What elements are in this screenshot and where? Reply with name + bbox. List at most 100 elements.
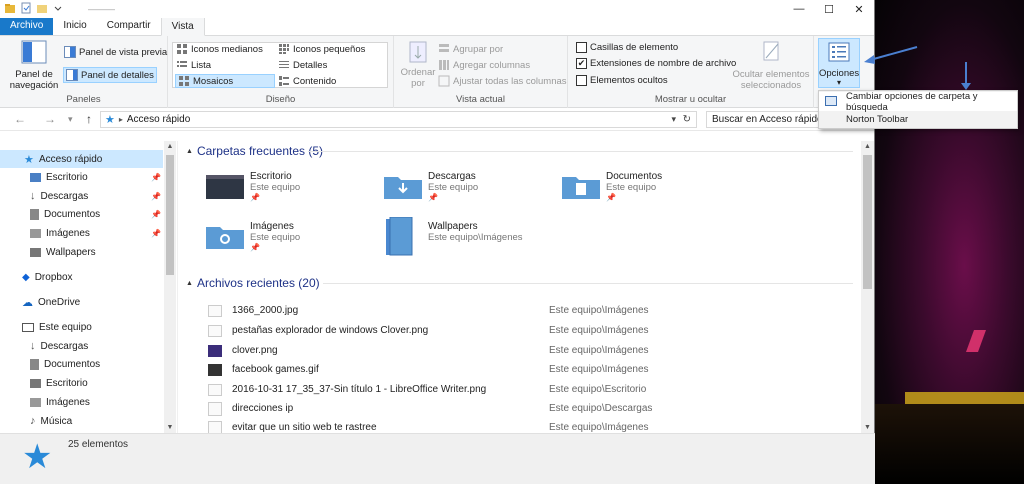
nav-item-label: Wallpapers <box>46 246 96 258</box>
pin-icon[interactable]: 📌 <box>428 193 478 202</box>
frequent-folders-header[interactable]: ▲ Carpetas frecuentes (5) <box>186 144 323 158</box>
scroll-up-icon[interactable]: ▲ <box>861 143 874 150</box>
desktop-decoration <box>965 330 987 352</box>
pin-icon[interactable]: 📌 <box>250 193 300 202</box>
hidden-items-toggle[interactable]: Elementos ocultos <box>576 75 668 86</box>
pin-icon[interactable]: 📌 <box>151 173 161 182</box>
nav-item-descargas-pc[interactable]: ↓ Descargas <box>0 337 163 355</box>
chevron-down-icon[interactable] <box>52 2 64 14</box>
pin-icon[interactable]: 📌 <box>250 243 300 252</box>
checkbox[interactable] <box>576 42 587 53</box>
file-extensions-toggle[interactable]: ✔ Extensiones de nombre de archivo <box>576 58 736 69</box>
navigation-pane: ★ Acceso rápido Escritorio 📌 ↓ Descargas… <box>0 141 177 433</box>
nav-item-este-equipo[interactable]: Este equipo <box>0 318 163 336</box>
folder-tile[interactable]: Documentos Este equipo 📌 <box>562 171 662 202</box>
nav-scrollbar[interactable]: ▲ ▼ <box>164 141 176 433</box>
nav-item-musica[interactable]: ♪ Música <box>0 412 163 430</box>
back-arrow-icon[interactable]: ← <box>14 112 26 126</box>
sort-by-label: Ordenar por <box>400 67 436 89</box>
nav-item-onedrive[interactable]: ☁ OneDrive <box>0 293 163 311</box>
options-button[interactable]: Opciones ▾ <box>818 38 860 88</box>
checkbox[interactable] <box>576 75 587 86</box>
forward-arrow-icon[interactable]: → <box>44 112 56 126</box>
layout-details[interactable]: Detalles <box>278 59 327 71</box>
folder-tile[interactable]: Wallpapers Este equipo\Imágenes <box>384 216 523 257</box>
file-row[interactable]: 2016-10-31 17_35_37-Sin título 1 - Libre… <box>208 380 848 399</box>
hide-selected-button[interactable]: Ocultar elementos seleccionados <box>728 40 814 91</box>
nav-item-label: Dropbox <box>34 271 73 283</box>
content-scrollbar[interactable]: ▲ ▼ <box>861 141 874 433</box>
nav-item-quick-access[interactable]: ★ Acceso rápido <box>0 150 163 168</box>
scroll-down-icon[interactable]: ▼ <box>164 424 176 431</box>
navigation-pane-icon <box>21 40 47 64</box>
nav-item-escritorio-pc[interactable]: Escritorio <box>0 374 163 392</box>
pin-icon[interactable]: 📌 <box>151 210 161 219</box>
tab-inicio[interactable]: Inicio <box>53 17 96 35</box>
fit-columns-button[interactable]: Ajustar todas las columnas <box>438 75 567 87</box>
file-name: evitar que un sitio web te rastree <box>232 422 377 433</box>
pin-icon[interactable]: 📌 <box>151 192 161 201</box>
folder-name: Escritorio <box>250 171 292 182</box>
nav-item-imagenes-pc[interactable]: Imágenes <box>0 393 163 411</box>
group-by-button[interactable]: Agrupar por <box>438 43 503 55</box>
scroll-thumb[interactable] <box>166 155 174 275</box>
desktop-background <box>875 0 1024 484</box>
chevron-down-icon[interactable]: ▾ <box>68 114 73 125</box>
nav-item-descargas[interactable]: ↓ Descargas 📌 <box>0 187 163 205</box>
tab-archivo[interactable]: Archivo <box>0 17 54 35</box>
refresh-icon[interactable]: ↻ <box>683 114 691 125</box>
item-checkboxes-toggle[interactable]: Casillas de elemento <box>576 42 678 53</box>
layout-medium-icons[interactable]: Iconos medianos <box>176 43 263 55</box>
properties-icon[interactable] <box>20 2 32 14</box>
nav-item-escritorio[interactable]: Escritorio 📌 <box>0 168 163 186</box>
file-row[interactable]: clover.png Este equipo\Imágenes <box>208 341 848 360</box>
list-icon <box>177 61 187 67</box>
chevron-down-icon[interactable]: ▾ <box>671 114 676 125</box>
folder-tile[interactable]: Imágenes Este equipo 📌 <box>206 221 300 252</box>
sort-by-button[interactable]: Ordenar por <box>398 40 438 89</box>
minimize-button[interactable]: — <box>784 0 814 18</box>
file-row[interactable]: 1366_2000.jpg Este equipo\Imágenes <box>208 301 848 320</box>
nav-item-documentos-pc[interactable]: Documentos <box>0 355 163 373</box>
scroll-down-icon[interactable]: ▼ <box>861 424 874 431</box>
file-row[interactable]: pestañas explorador de windows Clover.pn… <box>208 321 848 340</box>
folder-tile[interactable]: Escritorio Este equipo 📌 <box>206 171 300 202</box>
folder-location: Este equipo <box>428 182 479 193</box>
checkbox-checked[interactable]: ✔ <box>576 58 587 69</box>
address-path: Acceso rápido <box>126 114 191 125</box>
file-row[interactable]: facebook games.gif Este equipo\Imágenes <box>208 360 848 379</box>
nav-item-imagenes[interactable]: Imágenes 📌 <box>0 224 163 242</box>
scroll-up-icon[interactable]: ▲ <box>164 143 176 150</box>
nav-item-label: Música <box>40 415 73 427</box>
folder-tile[interactable]: Descargas Este equipo 📌 <box>384 171 478 202</box>
scroll-thumb[interactable] <box>863 155 872 289</box>
file-row[interactable]: direcciones ip Este equipo\Descargas <box>208 399 848 418</box>
pin-icon[interactable]: 📌 <box>606 193 662 202</box>
pictures-folder-icon <box>206 221 244 251</box>
navigation-pane-button[interactable]: Panel de navegación <box>6 40 62 91</box>
menu-item-label: Norton Toolbar <box>846 114 909 125</box>
nav-item-wallpapers[interactable]: Wallpapers <box>0 243 163 261</box>
maximize-button[interactable]: ☐ <box>814 0 844 18</box>
pin-icon[interactable]: 📌 <box>151 229 161 238</box>
layout-small-icons[interactable]: Iconos pequeños <box>278 43 365 55</box>
layout-list[interactable]: Lista <box>176 59 211 71</box>
status-bar: ★ 25 elementos <box>0 433 875 484</box>
tab-vista[interactable]: Vista <box>160 17 205 36</box>
preview-pane-button[interactable]: Panel de vista previa <box>64 46 167 58</box>
nav-item-dropbox[interactable]: ◆ Dropbox <box>0 268 163 286</box>
new-folder-icon[interactable] <box>36 2 48 14</box>
close-button[interactable]: ✕ <box>844 0 874 18</box>
nav-item-documentos[interactable]: Documentos 📌 <box>0 205 163 223</box>
address-field[interactable]: ★ ▸ Acceso rápido ▾ ↻ <box>100 111 697 128</box>
up-arrow-icon[interactable]: ↑ <box>86 112 92 126</box>
tab-compartir[interactable]: Compartir <box>97 17 161 35</box>
menu-item-folder-options[interactable]: Cambiar opciones de carpeta y búsqueda <box>819 91 1017 113</box>
recent-files-header[interactable]: ▲ Archivos recientes (20) <box>186 276 320 290</box>
layout-content[interactable]: Contenido <box>278 75 336 87</box>
folder-icon[interactable] <box>4 2 16 14</box>
layout-tiles[interactable]: Mosaicos <box>175 74 275 88</box>
add-columns-button[interactable]: Agregar columnas <box>438 59 530 71</box>
menu-item-norton-toolbar[interactable]: Norton Toolbar <box>819 110 1017 129</box>
details-pane-button[interactable]: Panel de detalles <box>63 67 157 83</box>
